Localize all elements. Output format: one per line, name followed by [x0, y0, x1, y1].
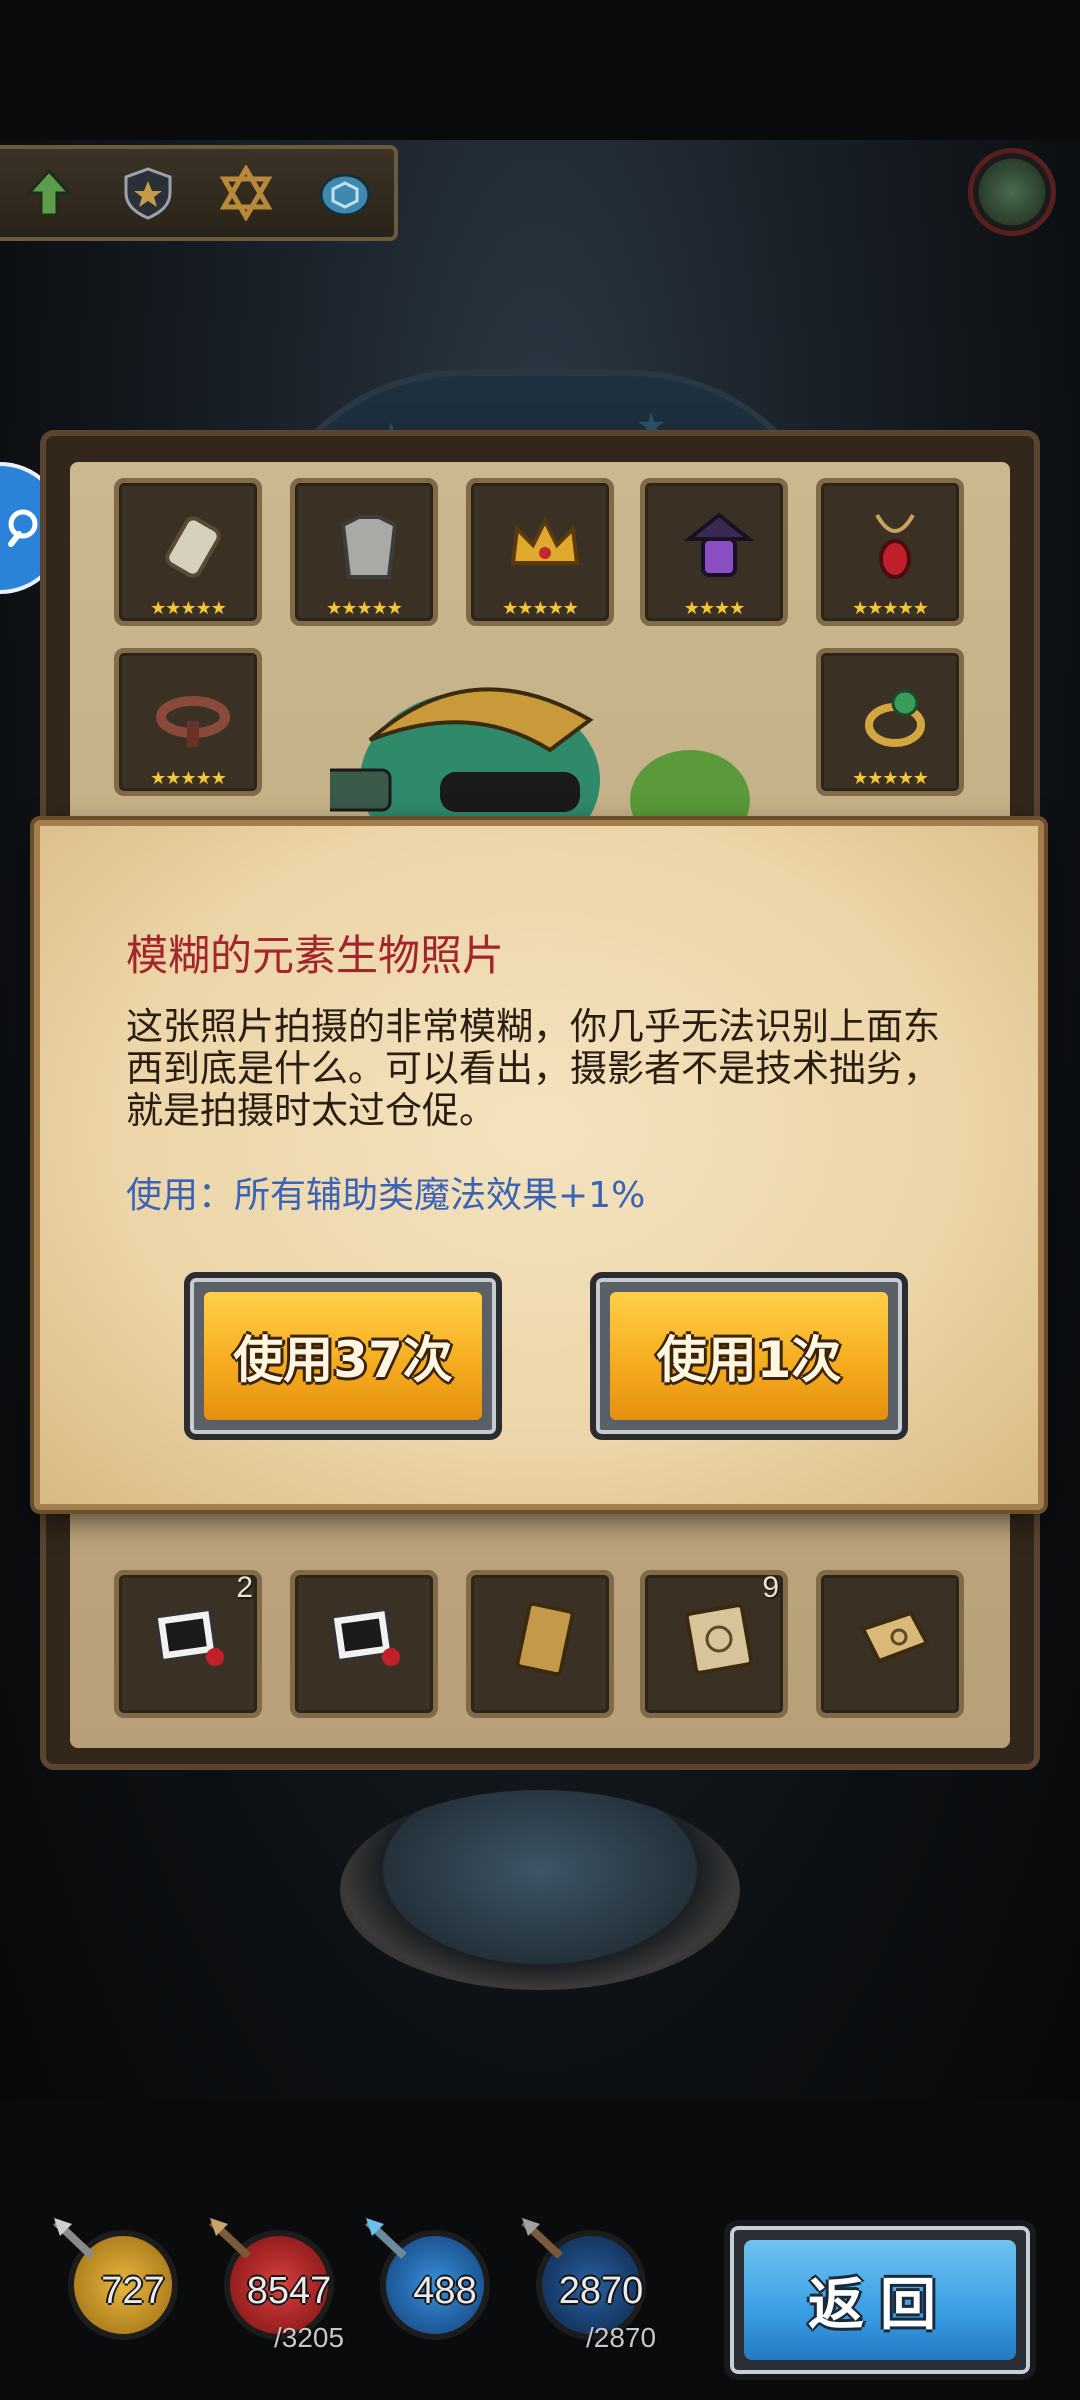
compass-book-icon — [684, 1603, 754, 1675]
bracer-icon — [165, 516, 221, 578]
equipment-slot[interactable]: ★★★★★ — [290, 478, 438, 626]
item-title: 模糊的元素生物照片 — [126, 931, 505, 980]
use-all-label: 使用37次 — [204, 1292, 482, 1420]
card-icon — [515, 1601, 575, 1677]
item-slot[interactable]: 9 — [640, 1570, 788, 1718]
hexagram-icon[interactable] — [214, 161, 278, 225]
staff-icon — [365, 2218, 407, 2259]
photo-with-rose-icon — [330, 1607, 400, 1666]
item-count: 9 — [762, 1571, 779, 1604]
star-rating: ★★★★★ — [150, 768, 227, 789]
health-value: 8547 — [246, 2270, 332, 2312]
item-slot[interactable] — [466, 1570, 614, 1718]
potion-staff-icon — [521, 2218, 563, 2259]
use-once-label: 使用1次 — [610, 1292, 888, 1420]
equipment-slot[interactable]: ★★★★★ — [466, 478, 614, 626]
item-use-effect: 使用：所有辅助类魔法效果+1% — [126, 1175, 646, 1216]
use-all-button[interactable]: 使用37次 — [184, 1272, 502, 1440]
star-rating: ★★★★★ — [326, 598, 403, 619]
star-rating: ★★★★ — [683, 598, 746, 619]
health-max: /3205 — [274, 2322, 345, 2353]
star-rating: ★★★★★ — [150, 598, 227, 619]
character-preview — [330, 687, 750, 840]
turtle-shell-icon[interactable] — [313, 161, 377, 225]
gold-resource: 727 — [53, 2218, 178, 2340]
mana-resource: 488 — [365, 2218, 490, 2340]
item-description: 这张照片拍摄的非常模糊，你几乎无法识别上面东西到底是什么。可以看出，摄影者不是技… — [126, 1005, 940, 1132]
top-toolbar — [0, 145, 398, 241]
item-slot[interactable] — [290, 1570, 438, 1718]
lantern-icon — [683, 512, 755, 577]
energy-resource: 2870 /2870 — [521, 2218, 656, 2353]
emerald-ring-icon — [865, 689, 925, 747]
spear-icon — [53, 2218, 95, 2259]
gold-value: 727 — [101, 2270, 165, 2312]
up-arrow-icon[interactable] — [17, 161, 81, 225]
equipment-slot[interactable]: ★★★★★ — [114, 648, 262, 796]
return-button[interactable]: 返回 — [724, 2220, 1036, 2380]
crown-icon — [510, 516, 580, 565]
photo-with-rose-icon — [154, 1607, 224, 1666]
sword-icon — [209, 2218, 251, 2259]
health-resource: 8547 /3205 — [209, 2218, 344, 2353]
mana-value: 488 — [413, 2270, 477, 2312]
item-slot[interactable]: 2 — [114, 1570, 262, 1718]
return-label: 返回 — [744, 2240, 1016, 2360]
equipment-slot[interactable]: ★★★★★ — [114, 478, 262, 626]
avatar[interactable] — [968, 148, 1056, 236]
belt-icon — [156, 696, 230, 747]
item-slot[interactable] — [816, 1570, 964, 1718]
equipment-slot[interactable]: ★★★★★ — [816, 648, 964, 796]
star-rating: ★★★★★ — [502, 598, 579, 619]
energy-max: /2870 — [586, 2322, 657, 2353]
item-count: 2 — [236, 1571, 253, 1604]
star-rating: ★★★★★ — [852, 768, 929, 789]
equipment-slot[interactable]: ★★★★★ — [816, 478, 964, 626]
scroll-map-icon — [860, 1610, 930, 1664]
ruby-amulet-icon — [875, 513, 915, 579]
star-rating: ★★★★★ — [852, 598, 929, 619]
item-detail-dialog: 模糊的元素生物照片 这张照片拍摄的非常模糊，你几乎无法识别上面东西到底是什么。可… — [34, 820, 1044, 1510]
equipment-slot[interactable]: ★★★★ — [640, 478, 788, 626]
shield-star-icon[interactable] — [116, 161, 180, 225]
energy-value: 2870 — [558, 2270, 644, 2312]
use-once-button[interactable]: 使用1次 — [590, 1272, 908, 1440]
star-fountain — [340, 1790, 740, 1990]
chainmail-armor-icon — [340, 515, 398, 579]
